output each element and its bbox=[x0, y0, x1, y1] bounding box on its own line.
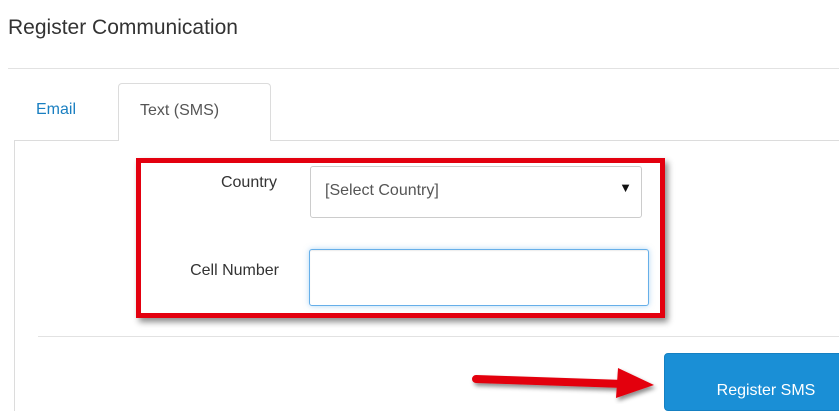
tab-email[interactable]: Email bbox=[17, 83, 115, 139]
annotation-arrow-icon bbox=[472, 368, 654, 398]
register-sms-button[interactable]: Register SMS bbox=[664, 353, 839, 411]
country-label: Country bbox=[220, 174, 277, 191]
cell-number-label: Cell Number bbox=[190, 262, 279, 279]
dropdown-arrow-icon: ▼ bbox=[619, 180, 632, 195]
country-select-value: [Select Country] bbox=[325, 182, 439, 199]
tab-panel-border bbox=[270, 140, 839, 141]
form-divider bbox=[38, 336, 839, 337]
page-title: Register Communication bbox=[8, 16, 238, 39]
tab-text-sms[interactable]: Text (SMS) bbox=[118, 83, 271, 141]
register-communication-page: Register Communication Email Text (SMS) … bbox=[0, 0, 839, 411]
country-select[interactable]: [Select Country] ▼ bbox=[310, 166, 642, 218]
tab-panel-border bbox=[14, 140, 119, 141]
title-divider bbox=[8, 68, 839, 69]
cell-number-input[interactable] bbox=[309, 249, 649, 306]
tab-panel-border bbox=[14, 140, 15, 411]
